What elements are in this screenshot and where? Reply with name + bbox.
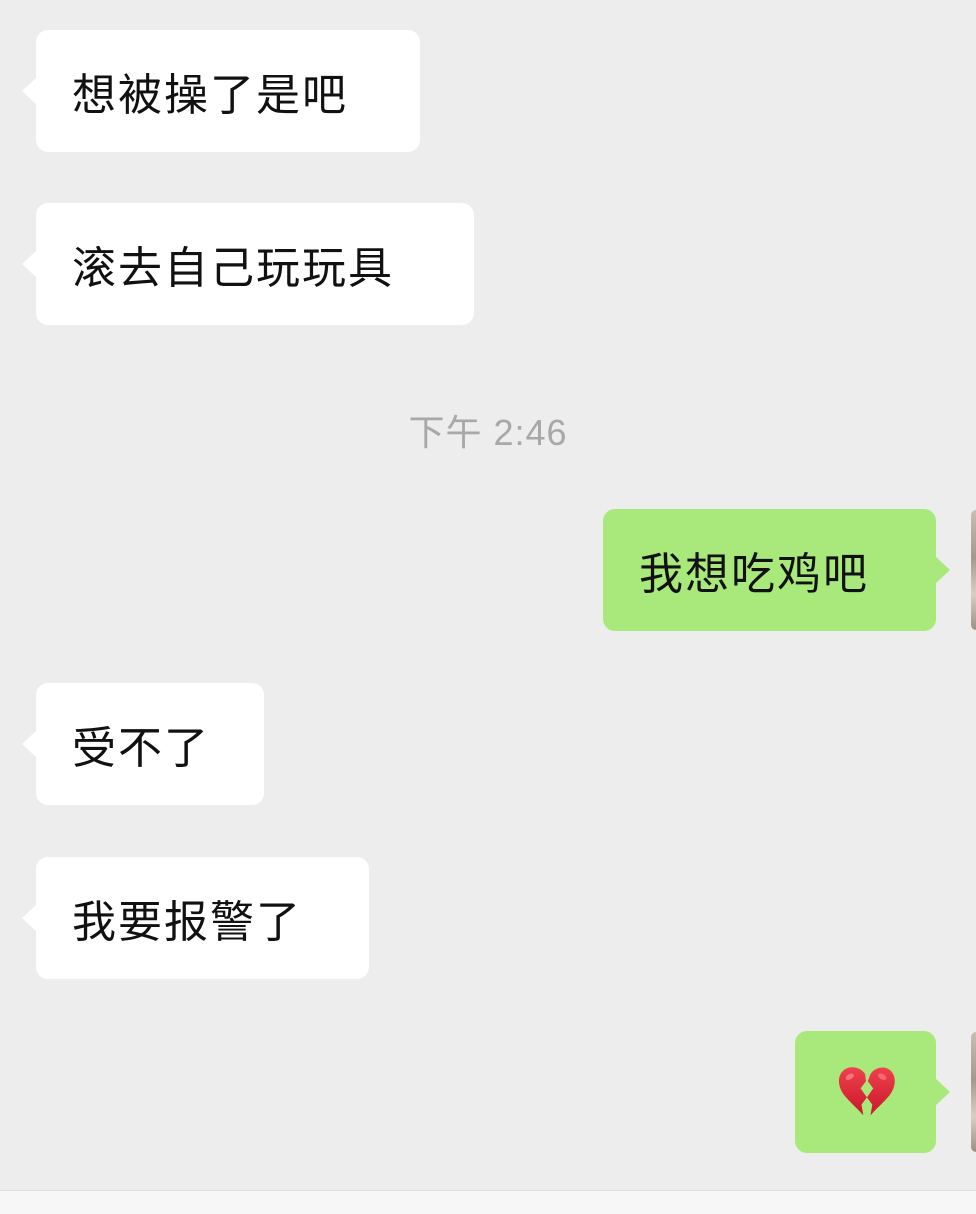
message-text: 我想吃鸡吧 [639, 549, 869, 600]
message-bubble-outgoing[interactable] [795, 1031, 950, 1153]
message-text: 受不了 [72, 723, 210, 774]
message-text: 想被操了是吧 [72, 70, 348, 121]
avatar[interactable] [971, 510, 976, 630]
chat-conversation[interactable]: 想被操了是吧 滚去自己玩玩具 下午 2:46 我想吃鸡吧 受不了 我要报警了 [0, 0, 976, 1190]
message-bubble-incoming[interactable]: 我要报警了 [22, 857, 369, 979]
avatar[interactable] [971, 1032, 976, 1152]
message-bubble-incoming[interactable]: 受不了 [22, 683, 264, 805]
input-bar[interactable] [0, 1190, 976, 1214]
message-bubble-incoming[interactable]: 想被操了是吧 [22, 30, 420, 152]
broken-heart-icon [838, 1067, 895, 1116]
message-timestamp: 下午 2:46 [408, 412, 568, 453]
message-text: 滚去自己玩玩具 [72, 243, 394, 294]
message-bubble-outgoing[interactable]: 我想吃鸡吧 [603, 509, 950, 631]
message-text: 我要报警了 [72, 897, 302, 948]
message-bubble-incoming[interactable]: 滚去自己玩玩具 [22, 203, 474, 325]
